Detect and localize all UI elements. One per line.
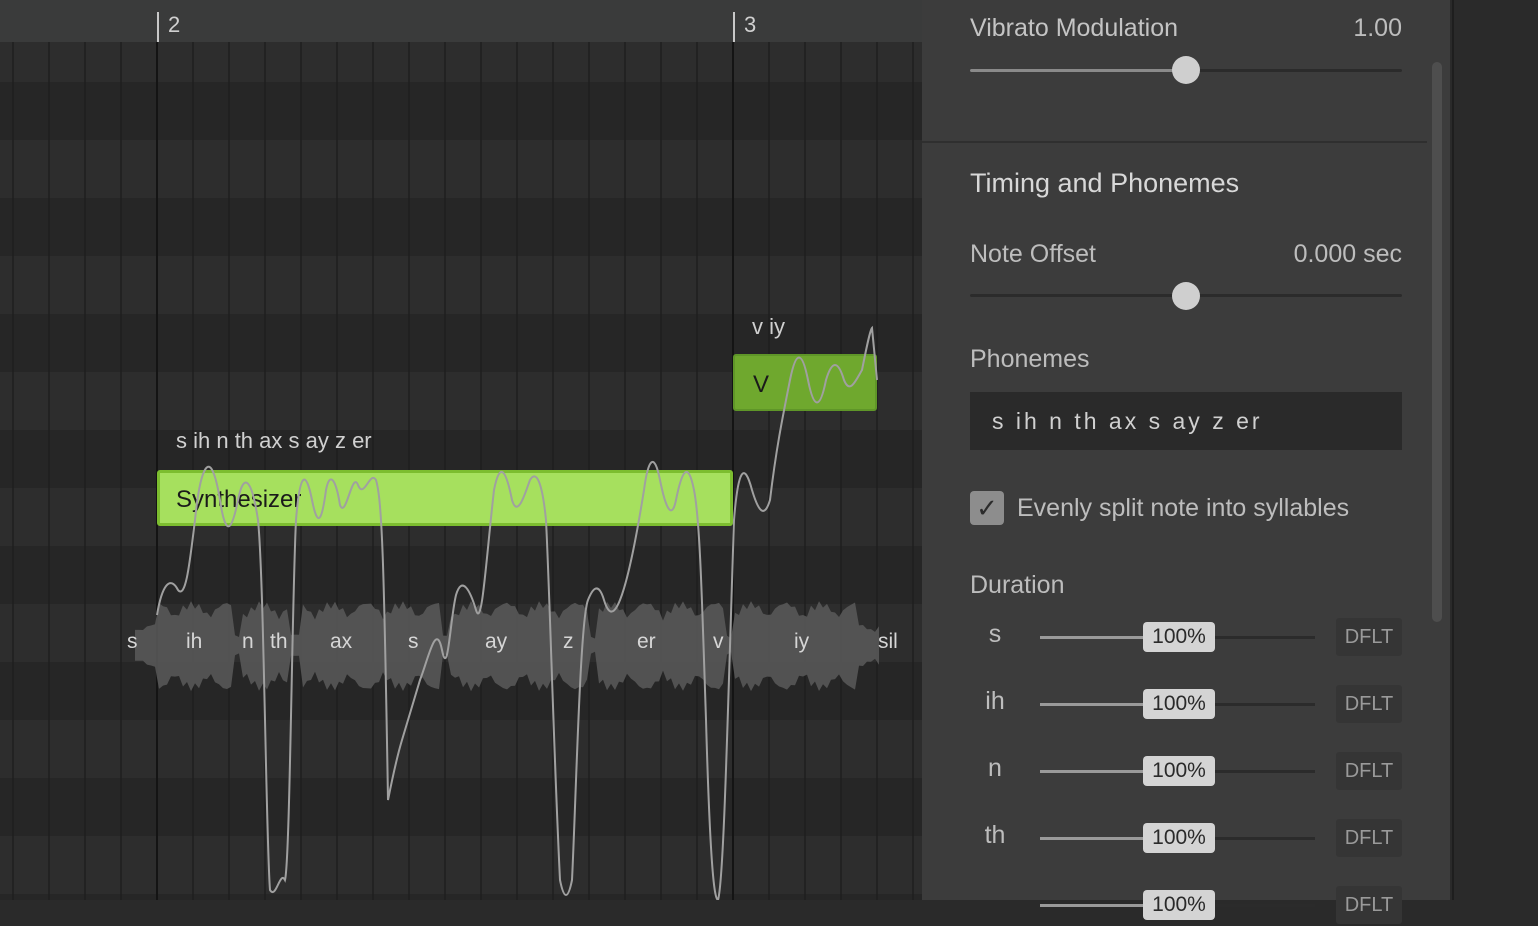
duration-slider-fill bbox=[1040, 636, 1150, 639]
note-offset-slider-handle[interactable] bbox=[1172, 282, 1200, 310]
duration-row: n 100% DFLT bbox=[922, 752, 1450, 792]
phoneme-label: s bbox=[408, 630, 419, 653]
phonemes-input[interactable] bbox=[970, 392, 1402, 450]
duration-row: ih 100% DFLT bbox=[922, 685, 1450, 725]
duration-default-button[interactable]: DFLT bbox=[1336, 886, 1402, 924]
duration-row: th 100% DFLT bbox=[922, 819, 1450, 859]
phoneme-label: iy bbox=[794, 630, 810, 653]
phoneme-label: er bbox=[637, 630, 656, 653]
duration-slider-handle[interactable]: 100% bbox=[1143, 890, 1215, 920]
duration-default-button[interactable]: DFLT bbox=[1336, 618, 1402, 656]
phoneme-label: ax bbox=[330, 630, 353, 653]
vibrato-modulation-value: 1.00 bbox=[1353, 14, 1402, 42]
evenly-split-label[interactable]: Evenly split note into syllables bbox=[1017, 494, 1349, 523]
panel-scrollbar[interactable] bbox=[1432, 62, 1442, 622]
phoneme-label: n bbox=[242, 630, 254, 653]
phoneme-label: ay bbox=[485, 630, 508, 653]
phoneme-label: z bbox=[563, 630, 574, 653]
piano-roll-edge-grid bbox=[1452, 0, 1454, 900]
vibrato-modulation-slider-fill bbox=[970, 69, 1186, 72]
pitch-curve[interactable] bbox=[0, 0, 922, 900]
phoneme-label: sil bbox=[878, 630, 898, 653]
timing-and-phonemes-title: Timing and Phonemes bbox=[970, 168, 1240, 198]
duration-slider-fill bbox=[1040, 703, 1150, 706]
vibrato-modulation-label: Vibrato Modulation bbox=[970, 14, 1179, 42]
duration-row: s 100% DFLT bbox=[922, 618, 1450, 658]
duration-phoneme: th bbox=[984, 821, 1006, 849]
duration-phoneme: n bbox=[988, 754, 1002, 782]
piano-roll[interactable]: 2 3 Synthesizer s ih n th ax s ay z er V… bbox=[0, 0, 922, 900]
phoneme-label: v bbox=[713, 630, 724, 653]
duration-slider-fill bbox=[1040, 904, 1150, 907]
duration-slider-fill bbox=[1040, 837, 1150, 840]
duration-default-button[interactable]: DFLT bbox=[1336, 819, 1402, 857]
phonemes-label: Phonemes bbox=[970, 345, 1090, 373]
duration-phoneme: ih bbox=[985, 687, 1005, 715]
phoneme-label: s bbox=[127, 630, 138, 653]
vibrato-modulation-slider-handle[interactable] bbox=[1172, 56, 1200, 84]
duration-slider-handle[interactable]: 100% bbox=[1143, 622, 1215, 652]
duration-default-button[interactable]: DFLT bbox=[1336, 752, 1402, 790]
phoneme-label: ih bbox=[186, 630, 203, 653]
note-offset-value: 0.000 sec bbox=[1293, 240, 1402, 268]
evenly-split-checkbox[interactable]: ✓ bbox=[970, 491, 1004, 525]
piano-roll-edge bbox=[1450, 0, 1538, 900]
duration-slider-handle[interactable]: 100% bbox=[1143, 823, 1215, 853]
duration-row: 100% DFLT bbox=[922, 886, 1450, 926]
duration-slider-handle[interactable]: 100% bbox=[1143, 756, 1215, 786]
note-offset-label: Note Offset bbox=[970, 240, 1096, 268]
section-divider bbox=[922, 141, 1427, 143]
phoneme-label: th bbox=[270, 630, 288, 653]
duration-label: Duration bbox=[970, 571, 1065, 599]
duration-slider-handle[interactable]: 100% bbox=[1143, 689, 1215, 719]
duration-default-button[interactable]: DFLT bbox=[1336, 685, 1402, 723]
duration-phoneme: s bbox=[988, 620, 1002, 648]
note-properties-panel: Vibrato Modulation 1.00 Timing and Phone… bbox=[922, 0, 1450, 924]
duration-slider-fill bbox=[1040, 770, 1150, 773]
